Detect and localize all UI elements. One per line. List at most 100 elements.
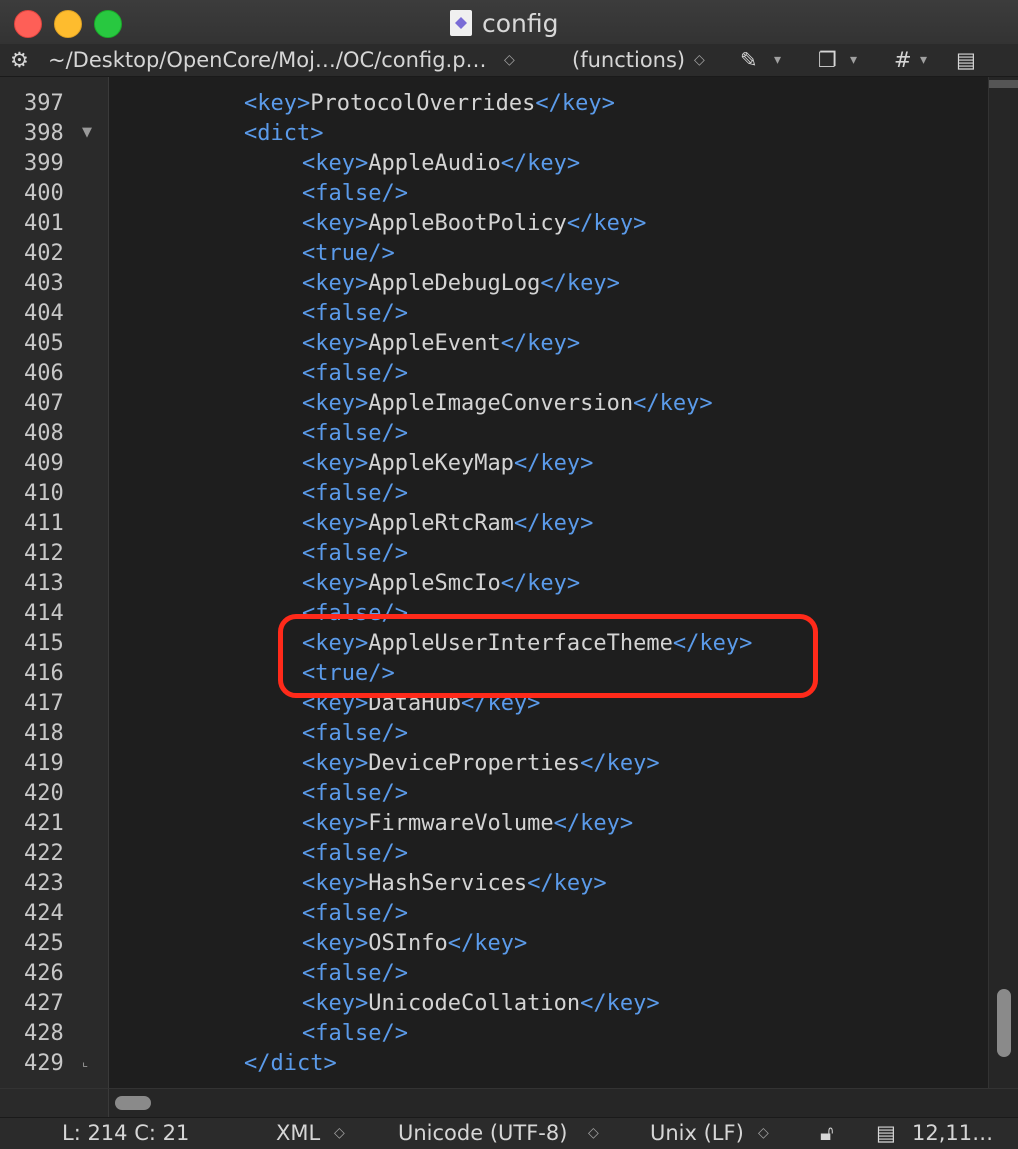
code-line[interactable]: <key>AppleDebugLog</key> (302, 269, 620, 299)
code-line[interactable]: <false/> (302, 839, 408, 869)
xml-tag: </key> (540, 271, 620, 296)
xml-text: AppleKeyMap (368, 451, 514, 476)
code-line[interactable]: <key>AppleBootPolicy</key> (302, 209, 646, 239)
code-line[interactable]: <false/> (302, 779, 408, 809)
syntax-updown-icon[interactable]: ◇ (334, 1118, 345, 1149)
line-endings-popup[interactable]: Unix (LF) (650, 1118, 744, 1149)
encoding-updown-icon[interactable]: ◇ (588, 1118, 599, 1149)
vertical-scrollbar[interactable] (988, 77, 1018, 1088)
windows-chevron-down-icon[interactable]: ▾ (850, 44, 857, 76)
document-info-icon[interactable]: ▤ (956, 44, 976, 76)
code-line[interactable]: <key>AppleRtcRam</key> (302, 509, 593, 539)
xml-tag: </key> (447, 931, 528, 956)
xml-tag: <key> (302, 931, 369, 956)
code-line[interactable]: <key>ProtocolOverrides</key> (244, 89, 615, 119)
zoom-window-button[interactable] (94, 10, 122, 38)
xml-text: DeviceProperties (368, 751, 581, 776)
syntax-mode-popup[interactable]: XML (276, 1118, 320, 1149)
code-line[interactable]: <false/> (302, 359, 408, 389)
xml-tag: <key> (302, 151, 369, 176)
line-number: 418 (24, 721, 64, 746)
line-number: 406 (24, 361, 64, 386)
code-line[interactable]: <false/> (302, 299, 408, 329)
xml-tag: <false/> (302, 481, 408, 506)
unlock-icon[interactable]: 🔓︎ (820, 1118, 834, 1149)
code-line[interactable]: </dict> (244, 1049, 337, 1079)
code-line[interactable]: <false/> (302, 719, 408, 749)
minimize-window-button[interactable] (54, 10, 82, 38)
gear-icon[interactable]: ⚙ (10, 44, 29, 76)
code-line[interactable]: <false/> (302, 479, 408, 509)
line-number: 401 (24, 211, 64, 236)
code-line[interactable]: <false/> (302, 539, 408, 569)
code-line[interactable]: <key>AppleAudio</key> (302, 149, 580, 179)
file-path-popup[interactable]: ~/Desktop/OpenCore/Moj…/OC/config.p… (48, 44, 487, 76)
line-number: 421 (24, 811, 64, 836)
code-line[interactable]: <key>OSInfo</key> (302, 929, 527, 959)
line-number: 426 (24, 961, 64, 986)
functions-popup[interactable]: (functions) (572, 44, 685, 76)
code-line[interactable]: <false/> (302, 419, 408, 449)
encoding-popup[interactable]: Unicode (UTF-8) (398, 1118, 567, 1149)
windows-icon[interactable]: ❐ (818, 44, 837, 76)
horizontal-scrollbar[interactable] (109, 1088, 1018, 1117)
window-title: config (450, 8, 559, 38)
window-title-text: config (482, 8, 559, 38)
xml-text: AppleRtcRam (368, 511, 514, 536)
code-line[interactable]: <key>AppleKeyMap</key> (302, 449, 593, 479)
line-endings-updown-icon[interactable]: ◇ (758, 1118, 769, 1149)
file-path-updown-icon[interactable]: ◇ (504, 44, 515, 76)
xml-text: AppleAudio (368, 151, 501, 176)
line-number: 410 (24, 481, 64, 506)
line-number: 399 (24, 151, 64, 176)
counterpart-chevron-down-icon[interactable]: ▾ (920, 44, 927, 76)
fold-triangle-icon[interactable]: ▼ (82, 125, 92, 140)
document-stats-icon[interactable]: ▤ (876, 1118, 896, 1149)
code-line[interactable]: <false/> (302, 899, 408, 929)
line-number: 397 (24, 91, 64, 116)
vertical-scroll-thumb[interactable] (997, 989, 1011, 1057)
code-line[interactable]: <key>FirmwareVolume</key> (302, 809, 633, 839)
code-line[interactable]: <key>DeviceProperties</key> (302, 749, 660, 779)
line-number: 414 (24, 601, 64, 626)
code-line[interactable]: <key>AppleSmcIo</key> (302, 569, 580, 599)
code-line[interactable]: <key>UnicodeCollation</key> (302, 989, 660, 1019)
cursor-position[interactable]: L: 214 C: 21 (62, 1118, 189, 1149)
xml-tag: <dict> (244, 121, 324, 146)
xml-tag: <false/> (302, 541, 408, 566)
marker-chevron-down-icon[interactable]: ▾ (774, 44, 781, 76)
line-number: 412 (24, 541, 64, 566)
code-line[interactable]: <key>AppleImageConversion</key> (302, 389, 713, 419)
code-line[interactable]: <dict> (244, 119, 323, 149)
xml-tag: <key> (302, 991, 369, 1016)
document-stats[interactable]: 12,11… (912, 1118, 993, 1149)
code-line[interactable]: <false/> (302, 179, 408, 209)
fold-end-icon: ⌞ (82, 1055, 89, 1070)
xml-tag: </key> (553, 811, 634, 836)
line-number: 404 (24, 301, 64, 326)
gutter-corner (0, 1088, 109, 1117)
code-line[interactable]: <false/> (302, 1019, 408, 1049)
line-number: 400 (24, 181, 64, 206)
xml-tag: </key> (500, 151, 581, 176)
close-window-button[interactable] (14, 10, 42, 38)
code-editor[interactable]: <key>ProtocolOverrides</key> <dict> <key>A… (109, 77, 987, 1088)
horizontal-scroll-thumb[interactable] (115, 1096, 151, 1110)
functions-updown-icon[interactable]: ◇ (694, 44, 705, 76)
code-line[interactable]: <key>HashServices</key> (302, 869, 607, 899)
xml-tag: </key> (527, 871, 607, 896)
line-number: 398 (24, 121, 64, 146)
code-line[interactable]: <key>AppleEvent</key> (302, 329, 580, 359)
counterpart-popup[interactable]: # (894, 44, 912, 76)
marker-icon[interactable]: ✎ (740, 44, 758, 76)
xml-tag: <key> (302, 211, 369, 236)
xml-tag: <key> (302, 451, 369, 476)
xml-tag: <false/> (302, 181, 408, 206)
scrollbar-split-handle[interactable] (989, 80, 1018, 88)
code-line[interactable]: <true/> (302, 239, 395, 269)
xml-tag: <false/> (302, 901, 408, 926)
xml-tag: <key> (302, 331, 369, 356)
code-line[interactable]: <false/> (302, 959, 408, 989)
xml-text: FirmwareVolume (368, 811, 554, 836)
xml-tag: <key> (302, 571, 369, 596)
